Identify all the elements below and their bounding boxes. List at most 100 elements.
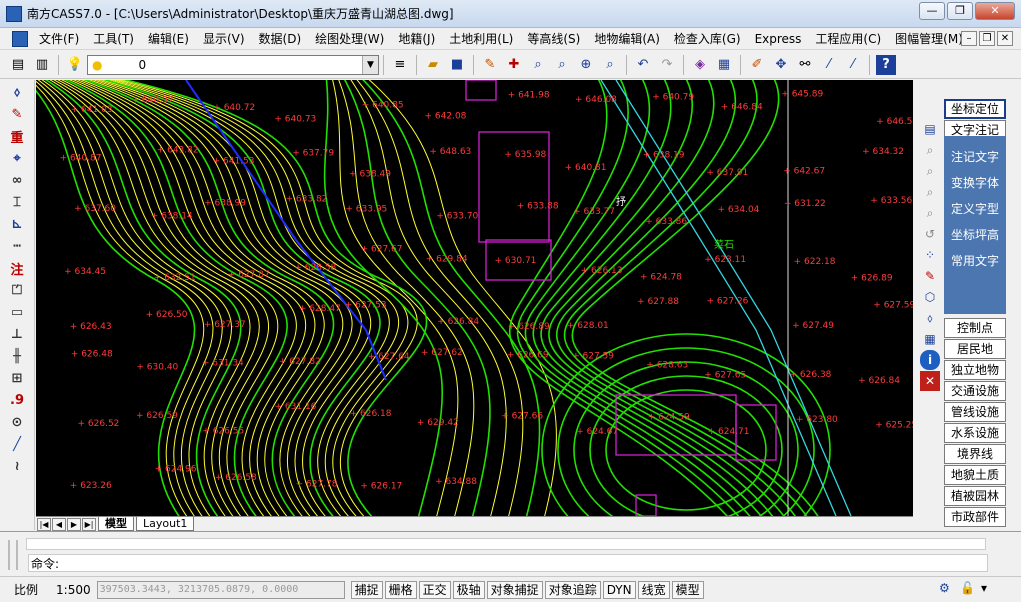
menu-view[interactable]: 显示(V) [196,28,252,50]
coordinate-locate-button[interactable]: 坐标定位 [944,99,1006,119]
category-vegetation[interactable]: 植被园林 [944,486,1006,506]
mdi-minimize-button[interactable]: – [961,31,977,46]
command-grip[interactable] [8,540,18,570]
menu-file[interactable]: 文件(F) [32,28,86,50]
lightbulb-icon[interactable]: 💡 [65,55,85,75]
open-file-icon[interactable]: ▰ [423,55,443,75]
menu-landuse[interactable]: 土地利用(L) [442,28,520,50]
menu-data[interactable]: 数据(D) [252,28,309,50]
info-icon[interactable]: i [920,350,940,370]
submenu-coordinate-elevation[interactable]: 坐标坪高 [944,222,1006,248]
polyline-icon[interactable]: ⏍ [7,280,27,300]
table-icon[interactable]: ▦ [920,329,940,349]
menu-feature-edit[interactable]: 地物编辑(A) [587,28,667,50]
polygon-icon[interactable]: ⬡ [920,287,940,307]
dotted-line-icon[interactable]: ┅ [7,236,27,256]
edit-feature-icon[interactable]: ✎ [920,266,940,286]
lineweight-toggle[interactable]: 线宽 [637,580,670,599]
command-input[interactable]: 命令: [28,554,988,572]
lock-icon[interactable]: 🔓 [960,581,978,597]
zoom-window-icon[interactable]: ⌕ [552,55,572,75]
snap-toggle[interactable]: 捕捉 [350,580,383,599]
zoom-extents-icon[interactable]: ⊕ [576,55,596,75]
annotate-icon[interactable]: 注 [7,258,27,278]
curve-icon[interactable]: ≀ [7,456,27,476]
layers-icon[interactable]: ▤ [8,55,28,75]
map-drawing[interactable]: + 641.03 + 640.97 + 640.72 + 640.73 + 640.85… [36,80,913,516]
add-point-icon[interactable]: ✚ [504,55,524,75]
maximize-button[interactable]: ❐ [947,2,973,20]
menu-engineering[interactable]: 工程应用(C) [808,28,888,50]
minimize-button[interactable]: — [919,2,945,20]
layer-stack-icon[interactable]: ▤ [920,119,940,139]
rotate-icon[interactable]: ↺ [920,224,940,244]
dyn-toggle[interactable]: DYN [602,580,636,599]
ruler-icon[interactable]: ⊾ [7,214,27,234]
nodes-icon[interactable]: ⁘ [920,245,940,265]
category-water[interactable]: 水系设施 [944,423,1006,443]
delete-icon[interactable]: ✕ [920,371,940,391]
query-icon[interactable]: ⌖ [7,148,27,168]
rectangle-icon[interactable]: ▭ [7,302,27,322]
pen-tool-icon[interactable]: ✎ [7,104,27,124]
pick-icon[interactable]: ⬨ [920,308,940,328]
category-boundary[interactable]: 境界线 [944,444,1006,464]
layer-dropdown[interactable]: ● 0 ▼ [87,54,379,75]
category-traffic[interactable]: 交通设施 [944,381,1006,401]
binoculars-icon[interactable]: ∞ [7,170,27,190]
submenu-define-font[interactable]: 定义字型 [944,196,1006,222]
undo-icon[interactable]: ↶ [633,55,653,75]
communication-icon[interactable]: ⚙ [939,581,957,597]
edit-pen-icon[interactable]: ✐ [747,55,767,75]
category-pipelines[interactable]: 管线设施 [944,402,1006,422]
help-icon[interactable]: ? [876,54,896,75]
submenu-annotate-text[interactable]: 注记文字 [944,144,1006,170]
properties-icon[interactable]: ◈ [690,55,710,75]
tab-model[interactable]: 模型 [98,517,134,531]
close-button[interactable]: ✕ [975,2,1015,20]
chevron-down-icon[interactable]: ▼ [362,55,378,74]
point-tool-icon[interactable]: ⬨ [7,82,27,102]
zoom-realtime-icon[interactable]: ⌕ [528,55,548,75]
tab-prev-button[interactable]: ◀ [52,517,66,531]
tray-menu-icon[interactable]: ▾ [981,581,999,597]
osnap-toggle[interactable]: 对象捕捉 [486,580,543,599]
grid-icon[interactable]: ▦ [714,55,734,75]
menu-express[interactable]: Express [748,28,809,50]
zoom-in-icon[interactable]: ⌕ [920,161,940,181]
menu-tools[interactable]: 工具(T) [86,28,141,50]
heavy-icon[interactable]: 重 [7,126,27,146]
zoom-previous-icon[interactable]: ⌕ [600,55,620,75]
save-icon[interactable]: ■ [447,55,467,75]
ortho-toggle[interactable]: 正交 [418,580,451,599]
circle-icon[interactable]: ⊙ [7,412,27,432]
category-control-points[interactable]: 控制点 [944,318,1006,338]
grid-toggle[interactable]: 栅格 [384,580,417,599]
category-municipal[interactable]: 市政部件 [944,507,1006,527]
tab-next-button[interactable]: ▶ [67,517,81,531]
submenu-change-font[interactable]: 变换字体 [944,170,1006,196]
mdi-close-button[interactable]: ✕ [997,31,1013,46]
elevation-icon[interactable]: ⌶ [7,192,27,212]
elevation-point-icon[interactable]: .9 [7,390,27,410]
menu-cadastre[interactable]: 地籍(J) [391,28,442,50]
redo-icon[interactable]: ↷ [657,55,677,75]
submenu-common-text[interactable]: 常用文字 [944,248,1006,274]
canvas-scrollbar[interactable] [913,80,920,530]
pencil-icon[interactable]: ✎ [480,55,500,75]
menu-draw[interactable]: 绘图处理(W) [308,28,391,50]
document-icon[interactable] [12,30,28,47]
model-toggle[interactable]: 模型 [671,580,704,599]
menu-contour[interactable]: 等高线(S) [520,28,587,50]
category-landform[interactable]: 地貌土质 [944,465,1006,485]
menu-check[interactable]: 检查入库(G) [667,28,748,50]
otrack-toggle[interactable]: 对象追踪 [544,580,601,599]
menu-sheet[interactable]: 图幅管理(M) [888,28,970,50]
line-tool-icon[interactable]: ╱ [7,434,27,454]
move-icon[interactable]: ✥ [771,55,791,75]
layer-manager-icon[interactable]: ▥ [32,55,52,75]
tab-layout1[interactable]: Layout1 [136,517,195,531]
category-independent-features[interactable]: 独立地物 [944,360,1006,380]
category-residential[interactable]: 居民地 [944,339,1006,359]
tab-last-button[interactable]: ▶| [82,517,96,531]
